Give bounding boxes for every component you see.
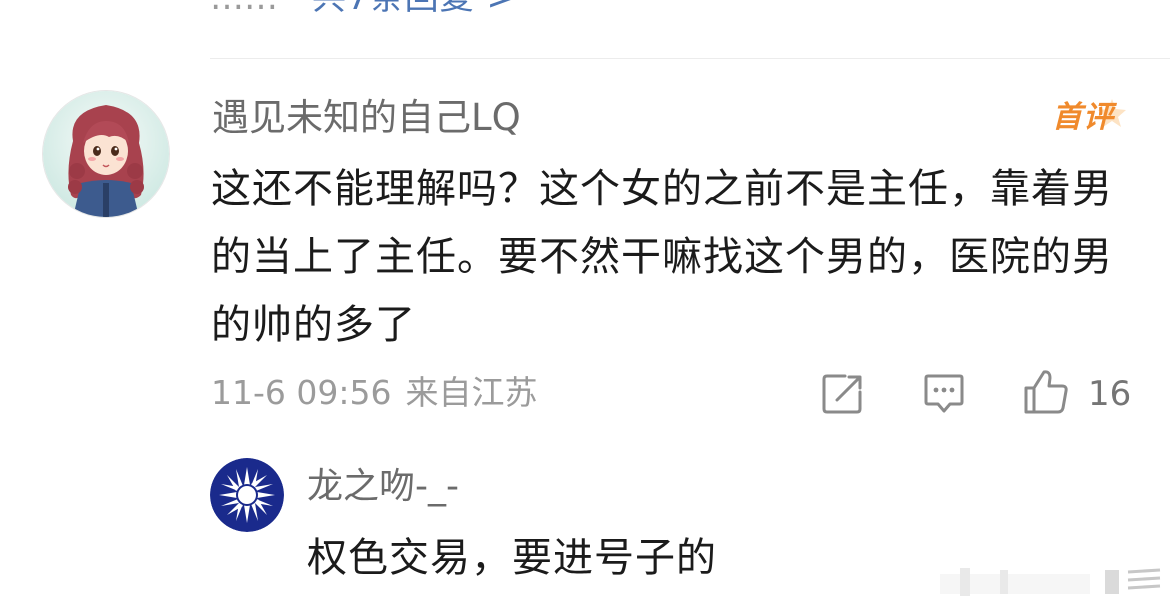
divider xyxy=(210,58,1170,59)
sun-emblem-icon xyxy=(210,458,284,532)
reply-username[interactable]: 龙之吻-_- xyxy=(307,462,459,512)
comment-page: …… 共7条回复 > xyxy=(0,0,1170,613)
comment-text: 这还不能理解吗？这个女的之前不是主任，靠着男的当上了主任。要不然干嘛找这个男的，… xyxy=(211,166,1113,348)
reply-text: 权色交易，要进号子的 xyxy=(307,535,717,581)
ellipsis: …… xyxy=(210,0,278,18)
view-replies-label[interactable]: 共7条回复 > xyxy=(312,0,516,18)
like-icon[interactable] xyxy=(1022,368,1070,416)
share-icon[interactable] xyxy=(821,372,865,416)
first-comment-badge: 首评 xyxy=(1046,95,1132,141)
comment-time: 11-6 09:56 xyxy=(211,373,392,412)
comment-meta: 11-6 09:56 来自江苏 xyxy=(211,370,538,416)
view-replies-link[interactable]: …… 共7条回复 > xyxy=(210,0,516,18)
girl-avatar-image xyxy=(43,91,169,217)
reply-avatar[interactable] xyxy=(210,458,284,532)
comment-icon[interactable] xyxy=(922,372,966,416)
like-count: 16 xyxy=(1088,374,1132,414)
watermark-logo xyxy=(940,560,1165,605)
comment-location: 来自江苏 xyxy=(405,373,538,412)
badge-label: 首评 xyxy=(1052,100,1114,135)
comment-username[interactable]: 遇见未知的自己LQ xyxy=(212,92,521,144)
avatar[interactable] xyxy=(42,90,170,218)
